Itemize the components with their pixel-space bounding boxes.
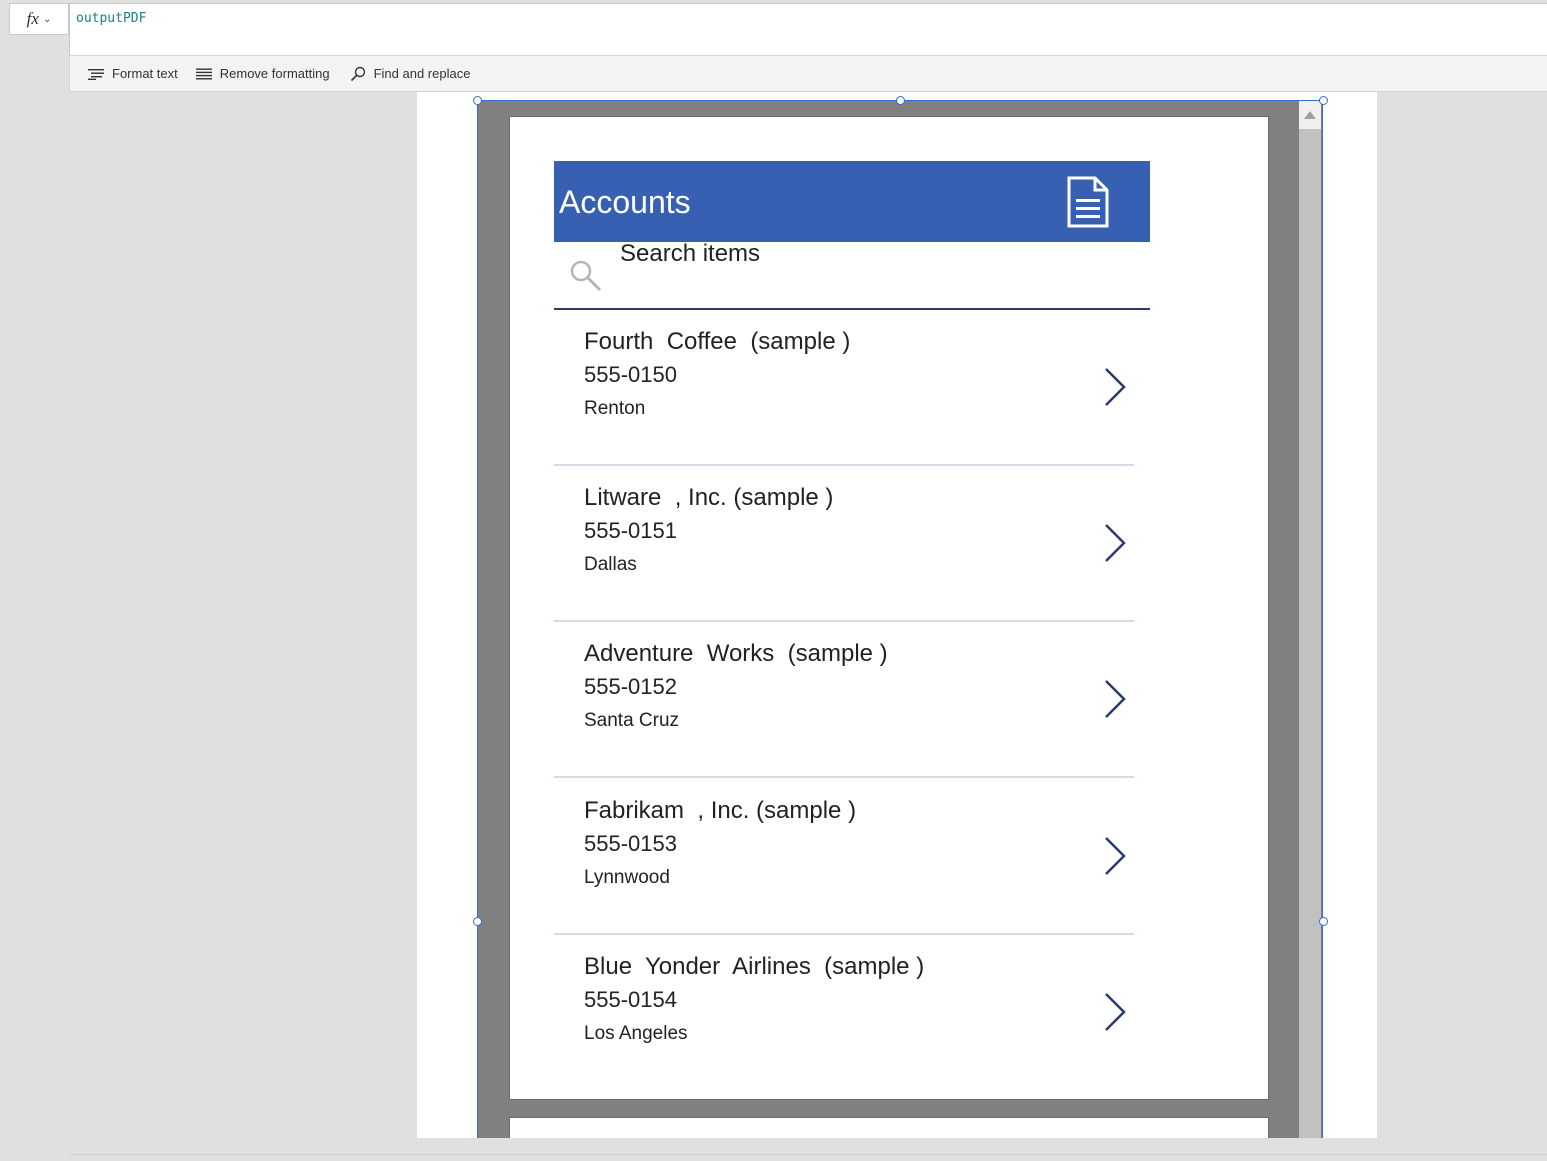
account-phone: 555-0153 (584, 831, 677, 856)
formula-input[interactable]: outputPDF (69, 3, 1547, 55)
remove-formatting-icon (195, 68, 212, 79)
account-city: Santa Cruz (584, 710, 680, 731)
chevron-right-icon[interactable] (1102, 991, 1128, 1033)
chevron-right-icon[interactable] (1102, 366, 1128, 408)
workspace-bottom (0, 1138, 1547, 1161)
format-text-icon (88, 68, 104, 80)
chevron-right-icon[interactable] (1102, 522, 1128, 564)
item-divider (554, 776, 1134, 778)
formula-bar: fx ⌄ outputPDF (0, 0, 1547, 55)
account-name: Fourth Coffee (sample ) (584, 328, 851, 355)
resize-handle[interactable] (896, 96, 905, 105)
account-name: Adventure Works (sample ) (584, 640, 888, 667)
triangle-up-icon (1304, 111, 1316, 119)
accounts-header: Accounts (554, 161, 1150, 242)
formula-toolbar: Format text Remove formatting Find and r… (69, 55, 1547, 92)
pdf-page (509, 1117, 1269, 1138)
search-box[interactable]: Search items (554, 240, 1150, 310)
account-name: Fabrikam , Inc. (sample ) (584, 797, 857, 824)
account-city: Lynnwood (584, 867, 670, 888)
account-city: Dallas (584, 554, 637, 575)
vertical-scrollbar[interactable] (1299, 101, 1321, 1138)
resize-handle[interactable] (1319, 96, 1328, 105)
remove-formatting-button[interactable]: Remove formatting (195, 66, 330, 81)
account-city: Los Angeles (584, 1023, 688, 1044)
account-phone: 555-0154 (584, 987, 677, 1012)
account-phone: 555-0150 (584, 362, 677, 387)
find-replace-label: Find and replace (373, 66, 471, 81)
list-item[interactable]: Litware , Inc. (sample ) 555-0151 Dallas (554, 466, 1134, 622)
formula-text: outputPDF (76, 11, 147, 26)
fx-label: fx (26, 9, 39, 28)
resize-handle[interactable] (473, 96, 482, 105)
document-icon[interactable] (1066, 175, 1110, 229)
chevron-down-icon: ⌄ (42, 13, 52, 25)
remove-formatting-label: Remove formatting (219, 66, 330, 81)
account-phone: 555-0152 (584, 674, 677, 699)
format-text-label: Format text (112, 66, 178, 81)
account-city: Renton (584, 398, 646, 419)
search-icon (570, 260, 602, 292)
function-selector[interactable]: fx ⌄ (9, 3, 69, 35)
divider (69, 1154, 1547, 1155)
list-item[interactable]: Adventure Works (sample ) 555-0152 Santa… (554, 622, 1134, 778)
chevron-right-icon[interactable] (1102, 835, 1128, 877)
scroll-up-button[interactable] (1299, 101, 1321, 129)
list-item[interactable]: Fabrikam , Inc. (sample ) 555-0153 Lynnw… (554, 779, 1134, 935)
account-phone: 555-0151 (584, 518, 677, 543)
resize-handle[interactable] (1319, 917, 1328, 926)
pdf-preview-frame[interactable]: Accounts Search items Fourth Coffee (sam… (477, 100, 1323, 1138)
find-replace-button[interactable]: Find and replace (350, 66, 471, 82)
resize-handle[interactable] (473, 917, 482, 926)
page-title: Accounts (559, 184, 691, 220)
format-text-button[interactable]: Format text (88, 66, 178, 81)
account-name: Blue Yonder Airlines (sample ) (584, 953, 925, 980)
pdf-page: Accounts Search items Fourth Coffee (sam… (509, 116, 1269, 1100)
search-icon (350, 66, 365, 81)
list-item[interactable]: Blue Yonder Airlines (sample ) 555-0154 … (554, 935, 1134, 1091)
list-item[interactable]: Fourth Coffee (sample ) 555-0150 Renton (554, 310, 1134, 466)
account-name: Litware , Inc. (sample ) (584, 484, 834, 511)
search-input[interactable]: Search items (620, 240, 760, 268)
chevron-right-icon[interactable] (1102, 678, 1128, 720)
